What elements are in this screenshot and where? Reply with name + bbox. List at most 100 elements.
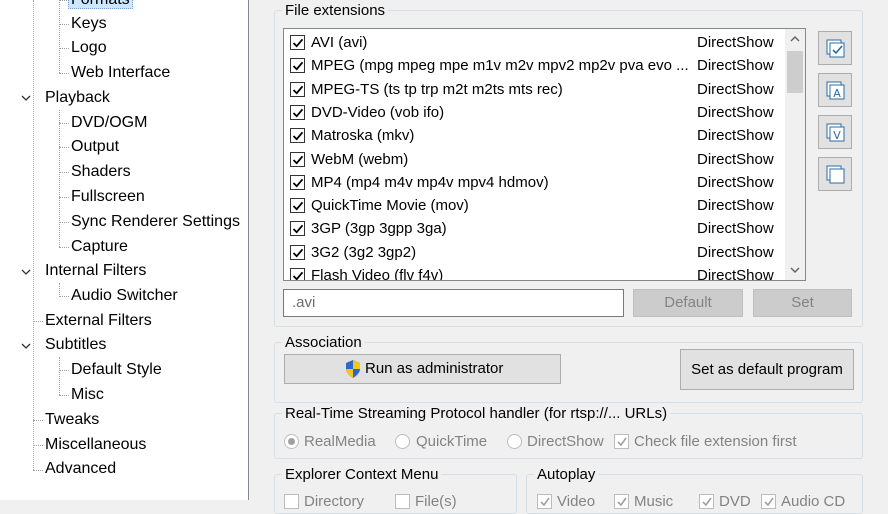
tree-item-label: Audio Switcher bbox=[71, 287, 178, 304]
scrollbar-thumb[interactable] bbox=[787, 51, 803, 93]
tree-line bbox=[59, 222, 69, 223]
tree-item-label: Subtitles bbox=[45, 336, 107, 353]
tree-item-label: Logo bbox=[71, 39, 107, 56]
list-item-checkbox[interactable] bbox=[290, 81, 305, 97]
list-item-filter: DirectShow bbox=[697, 197, 774, 215]
scroll-down-icon[interactable] bbox=[785, 260, 805, 280]
audio-formats-button[interactable]: A bbox=[818, 73, 852, 107]
chevron-down-icon[interactable] bbox=[20, 340, 34, 354]
list-item-checkbox[interactable] bbox=[290, 268, 305, 280]
list-item-filter: DirectShow bbox=[697, 80, 774, 98]
list-item[interactable]: Flash Video (flv f4v) DirectShow bbox=[284, 264, 784, 281]
list-item[interactable]: WebM (webm) DirectShow bbox=[284, 148, 784, 171]
tree-line bbox=[59, 0, 60, 73]
autoplay-audio-cd-label: Audio CD bbox=[781, 493, 846, 510]
run-as-administrator-button[interactable]: Run as administrator bbox=[284, 354, 561, 384]
radio-directshow[interactable] bbox=[507, 434, 522, 449]
clear-all-button[interactable] bbox=[818, 157, 852, 191]
list-item-filter: DirectShow bbox=[697, 34, 774, 51]
list-item-checkbox[interactable] bbox=[290, 104, 305, 120]
tree-item-audio-switcher[interactable]: Audio Switcher bbox=[71, 284, 178, 308]
tree-item-formats[interactable]: Formats bbox=[68, 0, 133, 12]
tree-item-label: Capture bbox=[71, 238, 128, 255]
list-item[interactable]: Matroska (mkv) DirectShow bbox=[284, 124, 784, 147]
tree-item-advanced[interactable]: Advanced bbox=[45, 457, 116, 481]
directory-checkbox[interactable] bbox=[284, 494, 299, 509]
tree-item-label: Web Interface bbox=[71, 64, 171, 81]
tree-item-label: Playback bbox=[45, 89, 110, 106]
tree-item-sync-renderer[interactable]: Sync Renderer Settings bbox=[71, 210, 240, 234]
tree-line bbox=[59, 172, 69, 173]
list-item[interactable]: MP4 (mp4 m4v mp4v mpv4 hdmov) DirectShow bbox=[284, 171, 784, 194]
list-item-format: 3GP (3gp 3gpp 3ga) bbox=[311, 220, 447, 238]
tree-line bbox=[59, 110, 60, 247]
radio-realmedia[interactable] bbox=[284, 434, 299, 449]
tree-line bbox=[59, 296, 69, 297]
tree-item-label: Sync Renderer Settings bbox=[71, 213, 240, 230]
list-item-checkbox[interactable] bbox=[290, 174, 305, 190]
list-item-checkbox[interactable] bbox=[290, 244, 305, 260]
tree-item-external-filters[interactable]: External Filters bbox=[45, 309, 152, 333]
radio-directshow-label: DirectShow bbox=[527, 433, 604, 450]
list-item-checkbox[interactable] bbox=[290, 198, 305, 214]
list-item[interactable]: DVD-Video (vob ifo) DirectShow bbox=[284, 101, 784, 124]
tree-item-default-style[interactable]: Default Style bbox=[71, 358, 162, 382]
tree-line bbox=[33, 445, 43, 446]
tree-item-web-interface[interactable]: Web Interface bbox=[71, 61, 170, 85]
select-all-button[interactable] bbox=[818, 31, 852, 65]
settings-tree[interactable]: Formats Keys Logo Web Interface Playback… bbox=[0, 0, 249, 500]
vertical-scrollbar[interactable] bbox=[785, 29, 805, 280]
tree-item-misc[interactable]: Misc bbox=[71, 383, 104, 407]
list-item[interactable]: QuickTime Movie (mov) DirectShow bbox=[284, 194, 784, 217]
files-checkbox[interactable] bbox=[395, 494, 410, 509]
radio-quicktime[interactable] bbox=[395, 434, 410, 449]
list-item-checkbox[interactable] bbox=[290, 221, 305, 237]
chevron-down-icon[interactable] bbox=[20, 92, 34, 106]
select-all-icon bbox=[826, 39, 845, 58]
tree-item-internal-filters[interactable]: Internal Filters bbox=[45, 259, 146, 283]
scroll-up-icon[interactable] bbox=[785, 29, 805, 49]
tree-item-label: Output bbox=[71, 138, 120, 155]
tree-item-output[interactable]: Output bbox=[71, 135, 119, 159]
tree-item-subtitles[interactable]: Subtitles bbox=[45, 333, 106, 357]
extension-input[interactable]: .avi bbox=[283, 289, 624, 317]
list-item[interactable]: 3GP (3gp 3gpp 3ga) DirectShow bbox=[284, 217, 784, 240]
set-default-program-button[interactable]: Set as default program bbox=[680, 349, 854, 390]
tree-item-keys[interactable]: Keys bbox=[71, 12, 107, 36]
list-item[interactable]: MPEG (mpg mpeg mpe m1v m2v mpv2 mp2v pva… bbox=[284, 54, 784, 77]
video-formats-button[interactable]: V bbox=[818, 115, 852, 149]
autoplay-dvd-checkbox[interactable] bbox=[699, 494, 714, 509]
file-extensions-title: File extensions bbox=[282, 2, 389, 20]
association-title: Association bbox=[282, 334, 365, 352]
list-item-format: Matroska (mkv) bbox=[311, 127, 415, 145]
tree-item-miscellaneous[interactable]: Miscellaneous bbox=[45, 433, 146, 457]
autoplay-audio-cd-checkbox[interactable] bbox=[761, 494, 776, 509]
tree-line bbox=[59, 123, 69, 124]
list-item-checkbox[interactable] bbox=[290, 58, 305, 74]
autoplay-music-checkbox[interactable] bbox=[614, 494, 629, 509]
set-button[interactable]: Set bbox=[753, 289, 852, 317]
tree-item-tweaks[interactable]: Tweaks bbox=[45, 408, 99, 432]
tree-item-fullscreen[interactable]: Fullscreen bbox=[71, 185, 145, 209]
list-item-format: Flash Video (flv f4v) bbox=[311, 267, 444, 281]
list-item-checkbox[interactable] bbox=[290, 128, 305, 144]
list-item[interactable]: AVI (avi) DirectShow bbox=[284, 31, 784, 54]
tree-item-logo[interactable]: Logo bbox=[71, 36, 107, 60]
list-item-format: MPEG-TS (ts tp trp m2t m2ts mts rec) bbox=[311, 80, 563, 98]
tree-line bbox=[59, 147, 69, 148]
tree-item-capture[interactable]: Capture bbox=[71, 235, 128, 259]
tree-item-playback[interactable]: Playback bbox=[45, 86, 110, 110]
tree-line bbox=[59, 357, 60, 395]
list-item-checkbox[interactable] bbox=[290, 151, 305, 167]
list-item-checkbox[interactable] bbox=[290, 35, 305, 50]
check-extension-first-checkbox[interactable] bbox=[614, 434, 629, 449]
chevron-down-icon[interactable] bbox=[20, 266, 34, 280]
default-button[interactable]: Default bbox=[633, 289, 743, 317]
file-extensions-list[interactable]: AVI (avi) DirectShow MPEG (mpg mpeg mpe m1… bbox=[283, 28, 806, 281]
tree-item-dvd-ogm[interactable]: DVD/OGM bbox=[71, 111, 147, 135]
tree-item-shaders[interactable]: Shaders bbox=[71, 160, 131, 184]
autoplay-video-checkbox[interactable] bbox=[537, 494, 552, 509]
list-item[interactable]: MPEG-TS (ts tp trp m2t m2ts mts rec) Dire… bbox=[284, 78, 784, 101]
list-item[interactable]: 3G2 (3g2 3gp2) DirectShow bbox=[284, 241, 784, 264]
list-item-filter: DirectShow bbox=[697, 173, 774, 191]
